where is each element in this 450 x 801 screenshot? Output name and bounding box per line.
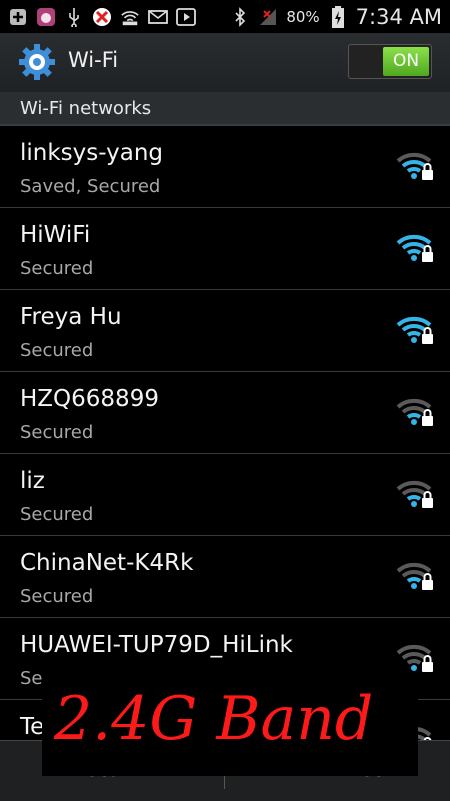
battery-charging-icon — [328, 6, 348, 28]
network-status: Secured — [20, 258, 94, 279]
app-icon — [36, 7, 56, 27]
wifi-lock-icon — [396, 559, 436, 593]
network-ssid: HZQ668899 — [20, 386, 159, 412]
network-row[interactable]: ChinaNet-K4Rk Secured — [0, 536, 450, 618]
band-caption: 2.4G Band — [54, 684, 374, 754]
notification-icons — [8, 5, 196, 29]
wifi-lock-icon — [396, 149, 436, 183]
network-ssid: HUAWEI-TUP79D_HiLink — [20, 632, 293, 658]
band-caption-overlay: 2.4G Band — [42, 676, 418, 776]
network-status: Se — [20, 668, 43, 689]
wifi-lock-icon — [396, 231, 436, 265]
battery-percent: 80% — [286, 8, 320, 26]
network-ssid: HiWiFi — [20, 222, 91, 248]
wifi-toggle[interactable]: ON — [348, 44, 432, 79]
wifi-lock-icon — [396, 313, 436, 347]
network-status: Secured — [20, 586, 94, 607]
network-ssid: Freya Hu — [20, 304, 122, 330]
network-ssid: Te — [20, 714, 45, 740]
network-ssid: liz — [20, 468, 45, 494]
network-row[interactable]: linksys-yang Saved, Secured — [0, 126, 450, 208]
network-status: Secured — [20, 340, 94, 361]
network-row[interactable]: liz Secured — [0, 454, 450, 536]
wifi-lock-icon — [396, 395, 436, 429]
no-signal-icon — [258, 7, 278, 27]
wifi50-icon — [120, 7, 140, 27]
network-status: Saved, Secured — [20, 176, 161, 197]
section-label: Wi-Fi networks — [20, 98, 152, 119]
usb-icon — [64, 7, 84, 27]
status-bar: 80% 7:34 AM — [0, 0, 450, 33]
system-icons: 80% 7:34 AM — [230, 4, 442, 30]
network-ssid: linksys-yang — [20, 140, 164, 166]
action-bar: Wi-Fi ON — [0, 33, 450, 93]
network-status: Secured — [20, 422, 94, 443]
network-row[interactable]: HiWiFi Secured — [0, 208, 450, 290]
mail-icon — [148, 7, 168, 27]
network-status: Secured — [20, 504, 94, 525]
network-row[interactable]: HZQ668899 Secured — [0, 372, 450, 454]
toggle-on-label: ON — [383, 47, 429, 76]
wifi-lock-icon — [396, 477, 436, 511]
play-icon — [176, 7, 196, 27]
settings-gear-icon[interactable] — [17, 42, 57, 82]
blocked-icon — [92, 7, 112, 27]
page-title: Wi-Fi — [68, 48, 119, 72]
wifi-lock-icon — [396, 641, 436, 675]
clock: 7:34 AM — [355, 5, 442, 29]
section-header: Wi-Fi networks — [0, 92, 450, 126]
network-ssid: ChinaNet-K4Rk — [20, 550, 194, 576]
bluetooth-icon — [230, 7, 250, 27]
network-row[interactable]: Freya Hu Secured — [0, 290, 450, 372]
add-icon — [8, 7, 28, 27]
